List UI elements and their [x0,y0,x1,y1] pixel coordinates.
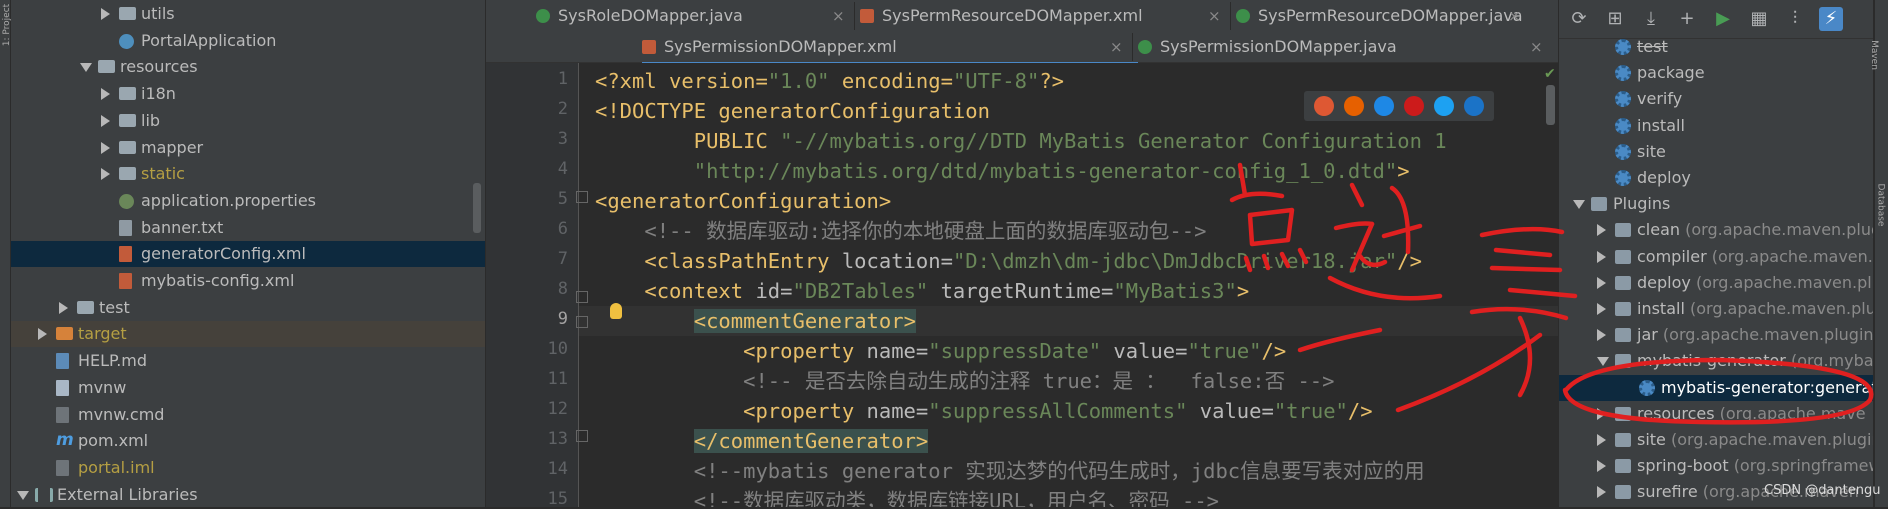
handwritten-annotation [1229,162,1874,425]
watermark: CSDN @dantengu [1764,483,1881,498]
